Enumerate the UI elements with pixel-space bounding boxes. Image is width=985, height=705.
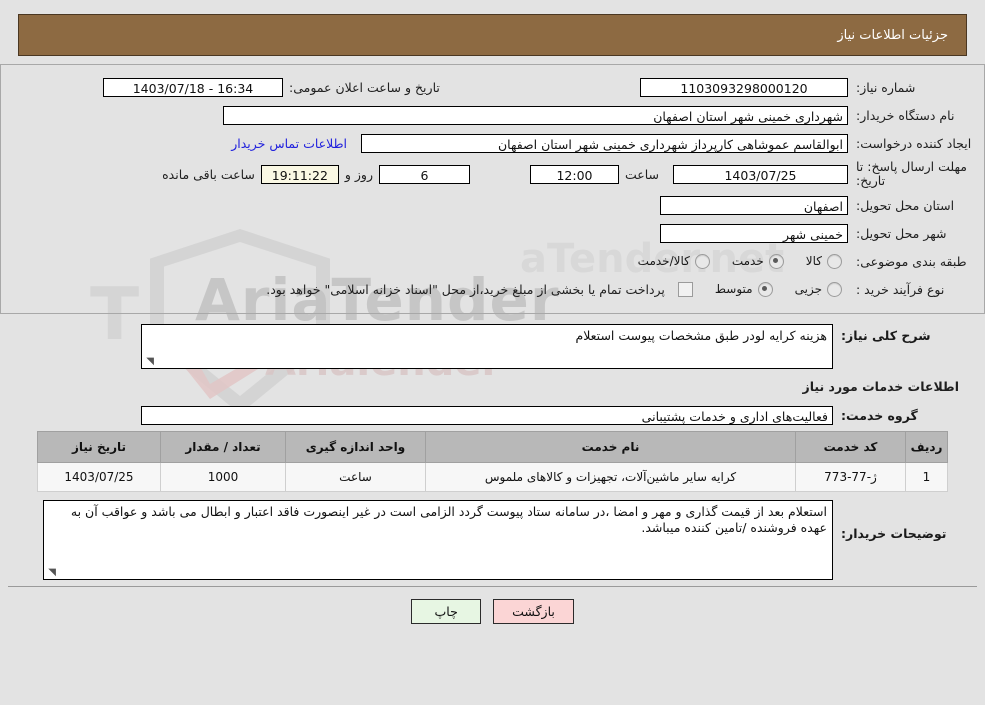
col-unit: واحد اندازه گیری — [285, 431, 426, 463]
radio-service-icon[interactable] — [768, 253, 784, 269]
col-quantity: تعداد / مقدار — [160, 431, 286, 463]
city-label: شهر محل تحویل: — [856, 225, 947, 241]
page-root: جزئیات اطلاعات نیاز شماره نیاز: 11030932… — [0, 14, 985, 705]
radio-medium-icon[interactable] — [757, 281, 773, 297]
table-row: 1 ژ-77-773 کرایه سایر ماشین‌آلات، تجهیزا… — [37, 462, 948, 492]
back-button[interactable]: بازگشت — [493, 599, 574, 624]
cell-need-date: 1403/07/25 — [37, 462, 161, 492]
radio-minor-icon[interactable] — [827, 281, 842, 297]
services-section-title: اطلاعات خدمات مورد نیاز — [802, 379, 960, 394]
process-option-medium[interactable]: متوسط — [714, 281, 773, 297]
need-number-label: شماره نیاز: — [856, 79, 916, 95]
deadline-date-value: 1403/07/25 — [673, 164, 848, 184]
province-label: استان محل تحویل: — [856, 197, 955, 213]
cell-service-name: کرایه سایر ماشین‌آلات، تجهیزات و کالاهای… — [425, 462, 796, 492]
row-city: شهر محل تحویل: خمینی شهر — [11, 219, 974, 247]
row-requester: ایجاد کننده درخواست: ابوالقاسم عموشاهی ک… — [11, 129, 974, 157]
deadline-label: مهلت ارسال پاسخ: تا تاریخ: — [856, 159, 967, 188]
treasury-checkbox-label: پرداخت تمام یا بخشی از مبلغ خرید،از محل … — [266, 281, 665, 297]
category-option-service-label: خدمت — [731, 254, 764, 268]
resize-grip-icon-notes[interactable]: ◥ — [46, 568, 56, 578]
cell-quantity: 1000 — [160, 462, 286, 492]
hours-remaining-label: ساعت باقی مانده — [162, 166, 255, 182]
print-button[interactable]: چاپ — [411, 599, 482, 624]
row-process: نوع فرآیند خرید : جزیی متوسط پرداخت تمام… — [11, 275, 974, 303]
category-option-goods-service[interactable]: کالا/خدمت — [637, 253, 710, 269]
general-desc-text: هزینه کرایه لودر طبق مشخصات پیوست استعلا… — [575, 328, 827, 343]
process-option-medium-label: متوسط — [714, 282, 753, 296]
category-label: طبقه بندی موضوعی: — [856, 253, 967, 269]
general-desc-label: شرح کلی نیاز: — [841, 328, 931, 343]
footer-actions: بازگشت چاپ — [0, 599, 985, 624]
table-header-row: ردیف کد خدمت نام خدمت واحد اندازه گیری ت… — [37, 431, 948, 463]
requester-value: ابوالقاسم عموشاهی کارپرداز شهرداری خمینی… — [361, 133, 848, 153]
city-value: خمینی شهر — [660, 223, 848, 243]
category-option-goods-service-label: کالا/خدمت — [637, 254, 690, 268]
need-description-section: شرح کلی نیاز: هزینه کرایه لودر طبق مشخصا… — [8, 314, 977, 587]
service-group-label: گروه خدمت: — [841, 408, 918, 423]
buyer-notes-value[interactable]: استعلام بعد از قیمت گذاری و مهر و امضا ،… — [43, 500, 833, 580]
row-province: استان محل تحویل: اصفهان — [11, 191, 974, 219]
process-label: نوع فرآیند خرید : — [856, 281, 945, 297]
row-buyer-org: نام دستگاه خریدار: شهرداری خمینی شهر است… — [11, 101, 974, 129]
col-need-date: تاریخ نیاز — [37, 431, 161, 463]
process-option-minor[interactable]: جزیی — [794, 281, 842, 297]
treasury-checkbox[interactable] — [677, 281, 693, 297]
process-option-minor-label: جزیی — [794, 282, 822, 296]
category-option-service[interactable]: خدمت — [731, 253, 784, 269]
deadline-hour-label: ساعت — [624, 166, 659, 182]
announce-datetime-label: تاریخ و ساعت اعلان عمومی: — [289, 79, 440, 95]
category-option-goods[interactable]: کالا — [805, 253, 842, 269]
need-info-panel: شماره نیاز: 1103093298000120 تاریخ و ساع… — [0, 64, 985, 314]
row-category: طبقه بندی موضوعی: کالا خدمت کالا/خدمت — [11, 247, 974, 275]
treasury-checkbox-group[interactable]: پرداخت تمام یا بخشی از مبلغ خرید،از محل … — [266, 281, 693, 297]
time-remaining-value: 19:11:22 — [260, 164, 339, 184]
cell-service-code: ژ-77-773 — [795, 462, 906, 492]
row-deadline: مهلت ارسال پاسخ: تا تاریخ: 1403/07/25 سا… — [11, 157, 974, 191]
page-title-bar: جزئیات اطلاعات نیاز — [18, 14, 967, 56]
row-need-number: شماره نیاز: 1103093298000120 تاریخ و ساع… — [11, 73, 974, 101]
days-remaining-value: 6 — [378, 164, 470, 184]
requester-label: ایجاد کننده درخواست: — [856, 135, 972, 151]
col-service-name: نام خدمت — [425, 431, 796, 463]
resize-grip-icon[interactable]: ◥ — [144, 357, 154, 367]
services-table: ردیف کد خدمت نام خدمت واحد اندازه گیری ت… — [37, 431, 948, 492]
cell-index: 1 — [905, 462, 948, 492]
days-remaining-label: روز و — [344, 166, 373, 182]
col-index: ردیف — [905, 431, 948, 463]
buyer-contact-link[interactable]: اطلاعات تماس خریدار — [223, 136, 355, 151]
page-title: جزئیات اطلاعات نیاز — [837, 27, 948, 43]
category-option-goods-label: کالا — [805, 254, 822, 268]
buyer-notes-label: توضیحات خریدار: — [841, 526, 947, 541]
cell-unit: ساعت — [285, 462, 426, 492]
buyer-org-label: نام دستگاه خریدار: — [856, 107, 955, 123]
col-service-code: کد خدمت — [795, 431, 906, 463]
radio-goods-icon[interactable] — [827, 253, 842, 269]
general-desc-value[interactable]: هزینه کرایه لودر طبق مشخصات پیوست استعلا… — [141, 324, 833, 369]
radio-goods-service-icon[interactable] — [694, 253, 710, 269]
province-value: اصفهان — [660, 195, 848, 215]
announce-datetime-value: 16:34 - 1403/07/18 — [103, 77, 283, 97]
buyer-notes-text: استعلام بعد از قیمت گذاری و مهر و امضا ،… — [70, 504, 827, 535]
buyer-org-value: شهرداری خمینی شهر استان اصفهان — [223, 105, 848, 125]
service-group-value: فعالیت‌های اداری و خدمات پشتیبانی — [141, 406, 833, 425]
deadline-time-value: 12:00 — [529, 164, 619, 184]
need-number-value: 1103093298000120 — [640, 77, 848, 97]
